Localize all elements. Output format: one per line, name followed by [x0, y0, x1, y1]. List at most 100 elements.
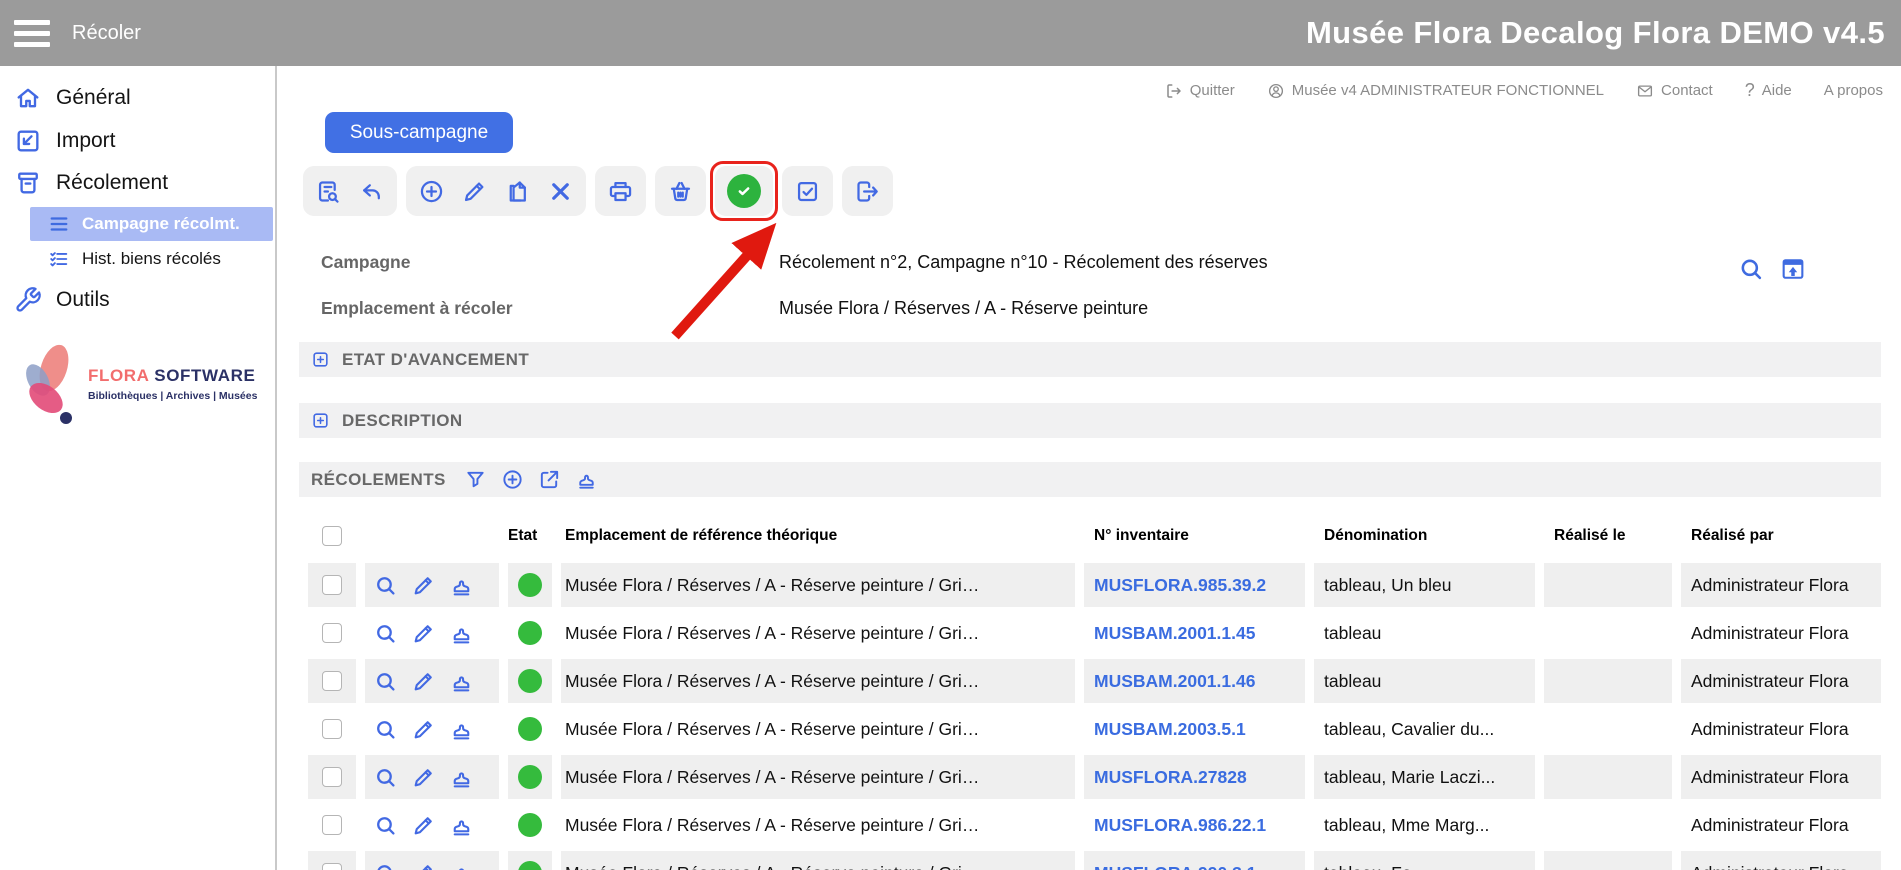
status-dot-green: [518, 669, 542, 693]
emplacement-cell: Musée Flora / Réserves / A - Réserve pei…: [561, 659, 1075, 703]
inventory-link-text[interactable]: MUSBAM.2001.1.46: [1094, 671, 1255, 692]
inventory-link-text[interactable]: MUSFLORA.985.39.2: [1094, 575, 1266, 596]
recolements-table: Etat Emplacement de référence théorique …: [299, 516, 1881, 870]
external-link-icon[interactable]: [538, 468, 561, 491]
row-checkbox[interactable]: [322, 815, 342, 835]
delete-icon[interactable]: [547, 178, 574, 205]
stamp-icon[interactable]: [449, 573, 474, 598]
print-icon[interactable]: [607, 178, 634, 205]
edit-icon[interactable]: [411, 621, 436, 646]
hamburger-menu-icon[interactable]: [14, 20, 50, 47]
basket-icon[interactable]: [667, 178, 694, 205]
sidebar-item-campagne-recolement[interactable]: Campagne récolmt.: [30, 207, 273, 241]
row-checkbox[interactable]: [322, 575, 342, 595]
row-checkbox[interactable]: [322, 671, 342, 691]
sidebar-item-outils[interactable]: Outils: [14, 282, 110, 318]
field-emplacement: Emplacement à récoler Musée Flora / Rése…: [321, 298, 1148, 319]
tab-sous-campagne[interactable]: Sous-campagne: [325, 112, 513, 153]
emplacement-cell: Musée Flora / Réserves / A - Réserve pei…: [561, 707, 1075, 751]
edit-icon[interactable]: [411, 717, 436, 742]
stamp-icon[interactable]: [449, 861, 474, 870]
header-realise-par: Réalisé par: [1681, 516, 1881, 556]
edit-icon[interactable]: [411, 573, 436, 598]
stamp-icon[interactable]: [449, 813, 474, 838]
edit-icon[interactable]: [411, 813, 436, 838]
denomination-cell: tableau, Fe...: [1314, 851, 1535, 870]
view-search-icon[interactable]: [373, 765, 398, 790]
edit-icon[interactable]: [461, 178, 488, 205]
import-icon: [14, 127, 42, 155]
view-search-icon[interactable]: [373, 621, 398, 646]
stamp-icon[interactable]: [449, 765, 474, 790]
export-icon[interactable]: [854, 178, 881, 205]
denomination-cell: tableau: [1314, 611, 1535, 655]
realise-par-cell: Administrateur Flora: [1681, 659, 1881, 703]
stamp-icon[interactable]: [575, 468, 598, 491]
row-checkbox[interactable]: [322, 719, 342, 739]
status-dot-green: [518, 765, 542, 789]
contact-button[interactable]: Contact: [1636, 82, 1713, 100]
row-actions: [365, 563, 499, 607]
sidebar-item-label: Outils: [56, 288, 110, 312]
denomination-cell: tableau, Mme Marg...: [1314, 803, 1535, 847]
add-icon[interactable]: [501, 468, 524, 491]
check-icon: [734, 181, 754, 201]
row-checkbox[interactable]: [322, 767, 342, 787]
view-search-icon[interactable]: [373, 861, 398, 870]
copy-icon[interactable]: [504, 178, 531, 205]
status-cell: [508, 755, 552, 799]
aide-button[interactable]: ? Aide: [1745, 80, 1792, 101]
toolbar: [303, 166, 893, 216]
multi-select-icon[interactable]: [794, 178, 821, 205]
expand-plus-icon[interactable]: [311, 350, 330, 369]
expand-plus-icon[interactable]: [311, 411, 330, 430]
sidebar-item-import[interactable]: Import: [14, 123, 116, 159]
realise-par-cell: Administrateur Flora: [1681, 851, 1881, 870]
edit-icon[interactable]: [411, 765, 436, 790]
select-all-checkbox[interactable]: [322, 526, 342, 546]
search-icon[interactable]: [1737, 255, 1765, 283]
inventory-link-text[interactable]: MUSBAM.2003.5.1: [1094, 719, 1246, 740]
edit-icon[interactable]: [411, 669, 436, 694]
list-search-icon[interactable]: [315, 178, 342, 205]
inventory-link-text[interactable]: MUSBAM.2001.1.45: [1094, 623, 1255, 644]
stamp-icon[interactable]: [449, 669, 474, 694]
inventory-link-text[interactable]: MUSFLORA.990.3.1: [1094, 863, 1256, 870]
view-search-icon[interactable]: [373, 813, 398, 838]
validate-green-check-button[interactable]: [727, 174, 761, 208]
inventory-number-link: MUSFLORA.27828: [1084, 755, 1305, 799]
status-dot-green: [518, 861, 542, 870]
sidebar-item-label: Import: [56, 129, 116, 153]
sidebar-item-hist-biens-recoles[interactable]: Hist. biens récolés: [30, 242, 273, 276]
row-checkbox[interactable]: [322, 863, 342, 870]
mail-icon: [1636, 82, 1654, 100]
sidebar-item-label: Récolement: [56, 171, 168, 195]
undo-icon[interactable]: [358, 178, 385, 205]
toolbar-group-navigation: [303, 166, 397, 216]
toolbar-group-validate: [715, 166, 773, 216]
table-row: Musée Flora / Réserves / A - Réserve pei…: [308, 707, 1881, 751]
filter-funnel-icon[interactable]: [464, 468, 487, 491]
row-checkbox-cell: [308, 659, 356, 703]
sidebar-item-general[interactable]: Général: [14, 80, 131, 116]
view-search-icon[interactable]: [373, 573, 398, 598]
a-propos-button[interactable]: A propos: [1824, 82, 1883, 99]
view-search-icon[interactable]: [373, 669, 398, 694]
row-checkbox[interactable]: [322, 623, 342, 643]
current-user[interactable]: Musée v4 ADMINISTRATEUR FONCTIONNEL: [1267, 82, 1604, 100]
view-search-icon[interactable]: [373, 717, 398, 742]
realise-le-cell: [1544, 851, 1672, 870]
inventory-link-text[interactable]: MUSFLORA.986.22.1: [1094, 815, 1266, 836]
inventory-link-text[interactable]: MUSFLORA.27828: [1094, 767, 1247, 788]
row-actions: [365, 707, 499, 751]
open-window-icon[interactable]: [1779, 255, 1807, 283]
inventory-number-link: MUSBAM.2001.1.45: [1084, 611, 1305, 655]
edit-icon[interactable]: [411, 861, 436, 870]
quitter-button[interactable]: Quitter: [1165, 82, 1235, 100]
stamp-icon[interactable]: [449, 717, 474, 742]
sidebar-item-recolement[interactable]: Récolement: [14, 165, 168, 201]
add-icon[interactable]: [418, 178, 445, 205]
row-actions: [365, 851, 499, 870]
stamp-icon[interactable]: [449, 621, 474, 646]
inventory-number-link: MUSBAM.2003.5.1: [1084, 707, 1305, 751]
